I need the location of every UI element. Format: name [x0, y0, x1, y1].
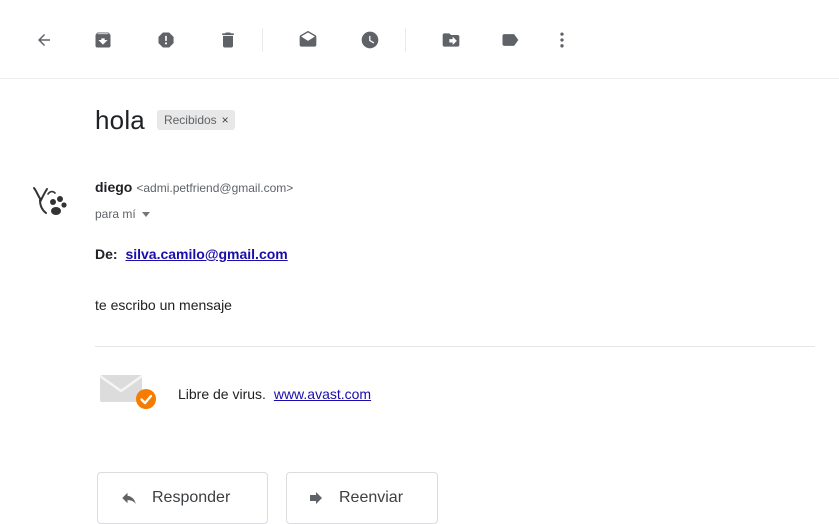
recipient-text: para mí [95, 207, 136, 221]
avast-link[interactable]: www.avast.com [274, 386, 371, 402]
mark-unread-icon [299, 30, 317, 47]
body-from-label: De: [95, 246, 118, 262]
label-button[interactable] [496, 26, 524, 54]
sender-avatar [33, 187, 67, 215]
report-spam-icon [158, 32, 174, 48]
back-arrow-icon [38, 34, 50, 46]
label-chip[interactable]: Recibidos × [156, 110, 235, 130]
remove-label-button[interactable]: × [222, 113, 229, 127]
body-message: te escribo un mensaje [95, 297, 232, 313]
more-options-button[interactable] [548, 26, 576, 54]
toolbar-separator [405, 28, 406, 52]
reply-label: Responder [152, 489, 231, 506]
reply-icon [122, 492, 136, 504]
snooze-button[interactable] [356, 26, 384, 54]
avast-mail-icon [99, 374, 156, 409]
archive-button[interactable] [89, 26, 117, 54]
archive-icon [95, 32, 111, 48]
email-subject: hola [95, 104, 145, 135]
back-button[interactable] [30, 26, 58, 54]
label-icon [502, 34, 519, 46]
label-chip-text: Recibidos [163, 113, 217, 127]
snooze-icon [361, 31, 379, 49]
report-spam-button[interactable] [152, 26, 180, 54]
avast-text: Libre de virus. [178, 386, 266, 402]
more-vert-icon [560, 32, 564, 48]
mark-unread-button[interactable] [294, 26, 322, 54]
chevron-down-icon [141, 211, 150, 217]
email-toolbar [0, 0, 839, 79]
recipient-details-toggle[interactable]: para mí [95, 207, 150, 221]
toolbar-separator [262, 28, 263, 52]
body-from-email-link[interactable]: silva.camilo@gmail.com [125, 246, 287, 262]
delete-icon [222, 32, 234, 48]
forward-button[interactable]: Reenviar [286, 472, 438, 524]
sender-email: <admi.petfriend@gmail.com> [136, 181, 294, 195]
move-to-button[interactable] [437, 26, 465, 54]
reply-button[interactable]: Responder [97, 472, 268, 524]
signature-divider [95, 346, 815, 347]
sender-name[interactable]: diego [95, 179, 132, 195]
avast-signature: Libre de virus. www.avast.com [178, 386, 371, 402]
subject-row: hola Recibidos × [95, 100, 235, 140]
delete-button[interactable] [214, 26, 242, 54]
forward-icon [310, 492, 322, 504]
sender-row: diego <admi.petfriend@gmail.com> [95, 179, 293, 195]
move-to-icon [442, 33, 460, 47]
body-from-line: De: silva.camilo@gmail.com [95, 246, 288, 262]
forward-label: Reenviar [339, 489, 404, 506]
